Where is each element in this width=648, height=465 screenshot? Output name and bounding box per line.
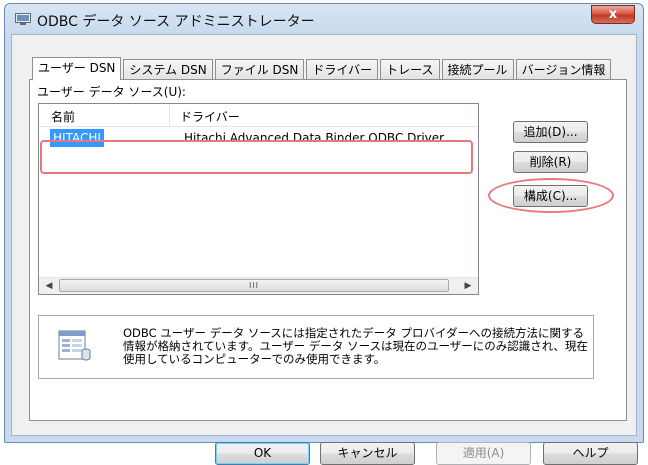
user-data-sources-label: ユーザー データ ソース(U): xyxy=(37,85,186,99)
odbc-admin-window: ODBC データ ソース アドミニストレーター x ユーザー DSN システム … xyxy=(4,3,644,465)
app-icon xyxy=(15,13,31,25)
data-source-list[interactable]: 名前 ドライバー HITACHI Hitachi Advanced Data B… xyxy=(38,103,479,295)
annotation-highlight-configure xyxy=(488,178,614,213)
delete-button[interactable]: 削除(R) xyxy=(513,151,588,173)
dialog-client-area: ユーザー DSN システム DSN ファイル DSN ドライバー トレース 接続… xyxy=(11,34,638,465)
tab-drivers[interactable]: ドライバー xyxy=(306,59,379,79)
column-header-name[interactable]: 名前 xyxy=(51,108,75,125)
annotation-highlight-row xyxy=(40,140,473,174)
title-bar[interactable]: ODBC データ ソース アドミニストレーター x xyxy=(5,4,643,34)
info-box: ODBC ユーザー データ ソースには指定されたデータ プロバイダーへの接続方法… xyxy=(38,315,594,379)
apply-button[interactable]: 適用(A) xyxy=(436,442,531,465)
scroll-right-icon[interactable]: ▶ xyxy=(461,280,475,292)
tab-strip: ユーザー DSN システム DSN ファイル DSN ドライバー トレース 接続… xyxy=(32,57,613,80)
scroll-left-icon[interactable]: ◀ xyxy=(42,280,56,292)
horizontal-scrollbar[interactable]: ◀ III ▶ xyxy=(39,277,478,294)
tab-system-dsn[interactable]: システム DSN xyxy=(123,59,213,79)
tab-about[interactable]: バージョン情報 xyxy=(515,59,612,79)
help-button[interactable]: ヘルプ xyxy=(543,442,638,465)
data-source-info-icon xyxy=(58,330,91,361)
tab-file-dsn[interactable]: ファイル DSN xyxy=(214,59,305,79)
tab-tracing[interactable]: トレース xyxy=(380,59,440,79)
window-title: ODBC データ ソース アドミニストレーター xyxy=(37,14,315,30)
close-button[interactable]: x xyxy=(591,5,635,24)
ok-button[interactable]: OK xyxy=(215,442,310,465)
add-button[interactable]: 追加(D)... xyxy=(513,121,588,143)
cancel-button[interactable]: キャンセル xyxy=(320,442,415,465)
scroll-thumb[interactable]: III xyxy=(59,279,449,292)
tab-user-dsn[interactable]: ユーザー DSN xyxy=(32,57,122,80)
list-header: 名前 ドライバー xyxy=(39,104,478,127)
info-description: ODBC ユーザー データ ソースには指定されたデータ プロバイダーへの接続方法… xyxy=(123,326,588,366)
column-divider[interactable] xyxy=(169,104,170,126)
tab-connection-pooling[interactable]: 接続プール xyxy=(441,59,514,79)
column-header-driver[interactable]: ドライバー xyxy=(180,108,240,125)
